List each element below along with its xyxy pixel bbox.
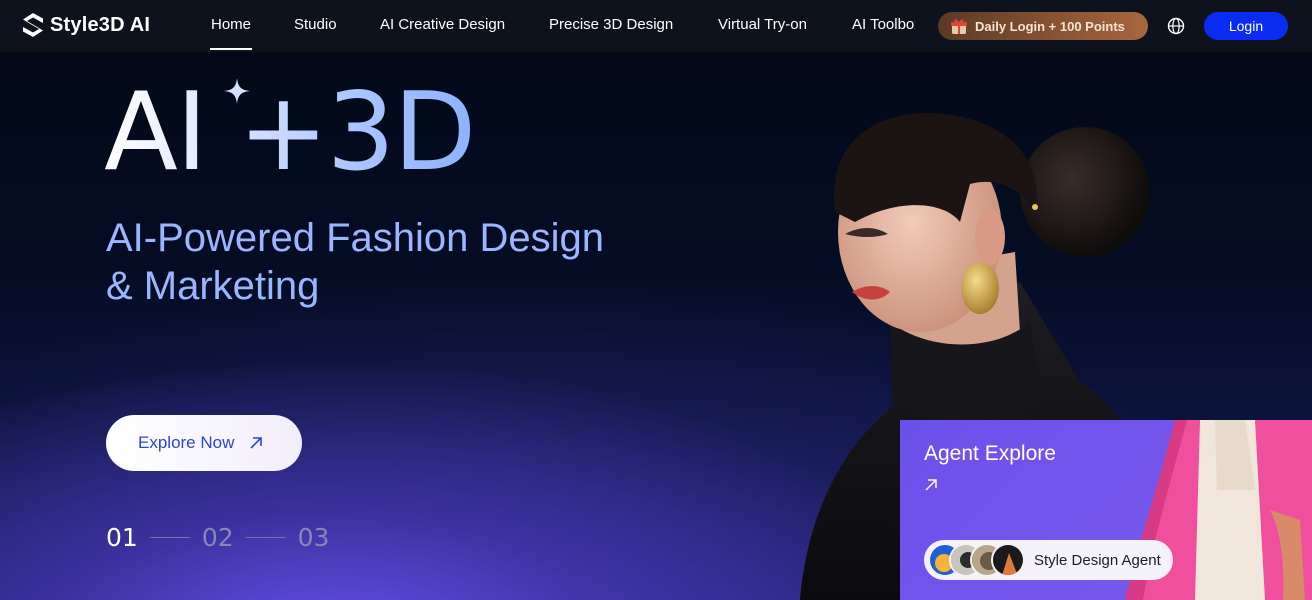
hero-subtitle: AI-Powered Fashion Design & Marketing [106,214,604,310]
pager-page-02[interactable]: 02 [202,523,234,552]
arrow-up-right-icon [250,437,263,449]
nav-virtual-try-on[interactable]: Virtual Try-on [718,16,807,33]
top-navbar: Style3D AI Home Studio AI Creative Desig… [0,0,1312,52]
brand-logo[interactable]: Style3D AI [22,12,150,38]
pager-divider [245,537,286,538]
s-logo-icon [23,13,43,37]
daily-login-label: Daily Login + 100 Points [975,18,1125,34]
agent-avatar [991,543,1025,577]
nav-precise-3d-design[interactable]: Precise 3D Design [549,16,673,33]
explore-now-label: Explore Now [138,433,235,452]
agent-explore-card[interactable]: Agent Explore Style Design Agent [900,420,1312,600]
style-design-agent-label: Style Design Agent [1034,551,1161,569]
agent-explore-title: Agent Explore [924,442,1056,465]
style-design-agent-chip[interactable]: Style Design Agent [924,540,1173,580]
nav-home[interactable]: Home [209,16,253,50]
hero-subtitle-line2: & Marketing [106,264,320,308]
hero-headline: AI +3D [104,70,476,195]
login-button[interactable]: Login [1204,12,1288,40]
explore-now-button[interactable]: Explore Now [106,415,302,471]
pager-page-01[interactable]: 01 [106,523,138,552]
sparkle-icon [224,78,250,104]
nav-ai-toolbox[interactable]: AI Toolbox [852,16,915,33]
arrow-up-right-icon[interactable] [924,478,938,492]
globe-icon[interactable] [1167,17,1185,35]
slide-pager: 01 02 03 [106,523,329,552]
daily-login-button[interactable]: Daily Login + 100 Points [938,12,1148,40]
brand-name: Style3D AI [50,13,151,36]
nav-ai-creative-design[interactable]: AI Creative Design [380,16,505,33]
pager-divider [149,537,190,538]
pager-page-03[interactable]: 03 [298,523,330,552]
nav-studio[interactable]: Studio [294,16,337,33]
gift-icon [951,19,967,34]
hero-subtitle-line1: AI-Powered Fashion Design [106,216,605,260]
